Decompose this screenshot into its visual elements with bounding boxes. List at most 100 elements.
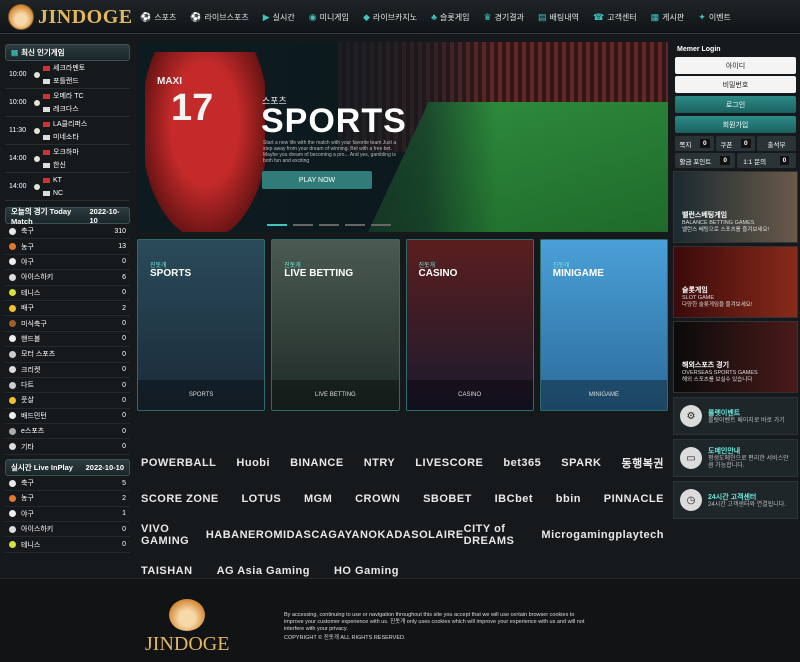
sport-row[interactable]: 축구 310 xyxy=(5,224,130,240)
partner-logo[interactable]: HABANERO xyxy=(206,529,274,541)
sport-row[interactable]: 풋살 0 xyxy=(5,393,130,409)
partner-logo[interactable]: Huobi xyxy=(236,457,270,469)
partner-logo[interactable]: OKADA xyxy=(368,529,411,541)
sport-row[interactable]: 테니스 0 xyxy=(5,286,130,301)
partner-logo[interactable]: TAISHAN xyxy=(141,565,193,577)
sport-row[interactable]: e스포츠 0 xyxy=(5,424,130,440)
sport-name: 모터 스포츠 xyxy=(21,351,56,359)
sport-row[interactable]: 배구 2 xyxy=(5,301,130,317)
partner-logo[interactable]: bbin xyxy=(556,493,581,505)
partner-logo[interactable]: LIVESCORE xyxy=(415,457,483,469)
promo-banner[interactable]: 해외스포츠 경기 OVERSEAS SPORTS GAMES 해외 스포츠를 보실… xyxy=(673,321,798,393)
partner-logo[interactable]: CAGAYAN xyxy=(311,529,368,541)
sport-row[interactable]: 축구 5 xyxy=(5,476,130,492)
partner-logo[interactable]: MGM xyxy=(304,493,332,505)
stat-2[interactable]: 출석부 xyxy=(757,136,796,151)
partner-logo[interactable]: SCORE ZONE xyxy=(141,493,219,505)
sport-row[interactable]: 크리켓 0 xyxy=(5,363,130,378)
partner-logo[interactable]: MIDAS xyxy=(273,529,311,541)
nav-item-7[interactable]: ▤ 배팅내역 xyxy=(538,12,579,23)
sport-row[interactable]: 배드민턴 0 xyxy=(5,409,130,425)
sport-name: 테니스 xyxy=(21,541,41,549)
stat-1[interactable]: 1:1 문의 0 xyxy=(736,153,796,168)
match-row[interactable]: 11:30 LA클리퍼스 미네소타 xyxy=(5,117,130,145)
nav-item-4[interactable]: ◆ 라이브카지노 xyxy=(363,12,417,23)
sport-row[interactable]: 모터 스포츠 0 xyxy=(5,347,130,363)
partner-logo[interactable]: NTRY xyxy=(364,457,396,469)
promo-banner[interactable]: 슬롯게임 SLOT GAME 다양한 슬롯게임을 즐겨보세요! xyxy=(673,246,798,318)
partner-logo[interactable]: SOLAIRE xyxy=(411,529,463,541)
pager-dot[interactable] xyxy=(371,224,391,226)
partner-logo[interactable]: IBCbet xyxy=(495,493,533,505)
sport-row[interactable]: 야구 0 xyxy=(5,255,130,271)
promo-banner[interactable]: 밸런스베팅게임 BALANCE BETTING GAMES 밸런스 베팅으로 스포… xyxy=(673,171,798,243)
match-row[interactable]: 14:00 KT NC xyxy=(5,173,130,201)
play-now-button[interactable]: PLAY NOW xyxy=(262,171,372,189)
site-logo[interactable]: JINDOGE xyxy=(8,4,133,30)
banner-title: 밸런스베팅게임 xyxy=(682,212,728,219)
partner-logo[interactable]: CROWN xyxy=(355,493,400,505)
partner-logo[interactable]: AG Asia Gaming xyxy=(217,565,310,577)
sport-count: 0 xyxy=(122,350,126,358)
stat-0[interactable]: 활금 포인트 0 xyxy=(675,153,735,168)
match-row[interactable]: 14:00 오크하마 한신 xyxy=(5,145,130,173)
partner-logo[interactable]: bet365 xyxy=(503,457,541,469)
partner-logo[interactable]: BINANCE xyxy=(290,457,344,469)
partner-logo[interactable]: 동행복권 xyxy=(621,455,663,471)
sport-row[interactable]: 핸드볼 0 xyxy=(5,332,130,348)
stat-0[interactable]: 쪽지 0 xyxy=(675,136,714,151)
game-card-minigame[interactable]: 진돗개 MINIGAME MINIGAME xyxy=(539,239,668,411)
signup-button[interactable]: 회원가입 xyxy=(675,116,796,133)
info-box[interactable]: ▭ 도메인안내 평생도메인으로 편리한 서비스만큼 가능합니다. xyxy=(673,439,798,477)
sport-row[interactable]: 다트 0 xyxy=(5,378,130,394)
sport-row[interactable]: 미식축구 0 xyxy=(5,316,130,332)
sport-row[interactable]: 아이스하키 6 xyxy=(5,270,130,286)
game-card-casino[interactable]: 진돗개 CASINO CASINO xyxy=(405,239,534,411)
pager-dot[interactable] xyxy=(345,224,365,226)
partner-logo[interactable]: HO Gaming xyxy=(334,565,399,577)
sport-row[interactable]: 테니스 0 xyxy=(5,537,130,553)
hero-banner[interactable]: MAXI 17 스포츠 SPORTS Start a new life with… xyxy=(137,42,668,232)
flag-icon xyxy=(43,121,50,127)
partner-logo[interactable]: PINNACLE xyxy=(604,493,664,505)
partner-logo[interactable]: SBOBET xyxy=(423,493,472,505)
partner-logo[interactable]: LOTUS xyxy=(241,493,281,505)
match-row[interactable]: 10:00 세크라멘토 포틀랜드 xyxy=(5,61,130,89)
nav-item-10[interactable]: ✦ 이벤트 xyxy=(698,12,731,23)
info-box[interactable]: ◷ 24시간 고객센터 24시간 고객센터와 연결됩니다. xyxy=(673,481,798,519)
game-card-live-betting[interactable]: 진돗개 LIVE BETTING LIVE BETTING xyxy=(271,239,400,411)
nav-item-1[interactable]: ⚽ 라이브스포츠 xyxy=(190,12,248,23)
nav-item-5[interactable]: ♣ 슬롯게임 xyxy=(431,12,469,23)
pager-dot[interactable] xyxy=(319,224,339,226)
partner-logo[interactable]: Microgaming xyxy=(541,529,615,541)
partner-logo[interactable]: playtech xyxy=(615,529,664,541)
sport-name: 테니스 xyxy=(21,289,41,297)
sport-row[interactable]: 기타 0 xyxy=(5,439,130,455)
nav-item-9[interactable]: ▦ 게시판 xyxy=(651,12,685,23)
nav-item-8[interactable]: ☎ 고객센터 xyxy=(593,12,637,23)
sport-row[interactable]: 아이스하키 0 xyxy=(5,522,130,538)
sport-row[interactable]: 야구 1 xyxy=(5,507,130,523)
partner-logo[interactable]: VIVO GAMING xyxy=(141,523,206,547)
sport-name: 다트 xyxy=(21,382,34,390)
login-button[interactable]: 로그인 xyxy=(675,96,796,113)
game-card-sports[interactable]: 진돗개 SPORTS SPORTS xyxy=(137,239,266,411)
pager-dot[interactable] xyxy=(293,224,313,226)
sport-icon xyxy=(9,304,16,312)
partner-logo[interactable]: POWERBALL xyxy=(141,457,216,469)
nav-item-0[interactable]: ⚽ 스포츠 xyxy=(140,12,176,23)
nav-item-3[interactable]: ◉ 미니게임 xyxy=(309,12,349,23)
sport-icon xyxy=(9,494,16,502)
stat-1[interactable]: 쿠폰 0 xyxy=(716,136,755,151)
match-row[interactable]: 10:00 오메라 TC 레크다스 xyxy=(5,89,130,117)
info-box[interactable]: ⚙ 롤렛이벤트 룰렛이벤트 페이지로 바로 가기 xyxy=(673,397,798,435)
partner-logo[interactable]: SPARK xyxy=(561,457,601,469)
sport-row[interactable]: 농구 2 xyxy=(5,491,130,507)
nav-item-6[interactable]: ♛ 경기결과 xyxy=(483,12,524,23)
sport-row[interactable]: 농구 13 xyxy=(5,239,130,255)
nav-item-2[interactable]: ▶ 실시간 xyxy=(263,12,295,23)
password-input[interactable]: 비밀번호 xyxy=(675,76,796,93)
partner-logo[interactable]: CITY of DREAMS xyxy=(464,523,542,547)
username-input[interactable]: 아이디 xyxy=(675,57,796,74)
pager-dot[interactable] xyxy=(267,224,287,226)
